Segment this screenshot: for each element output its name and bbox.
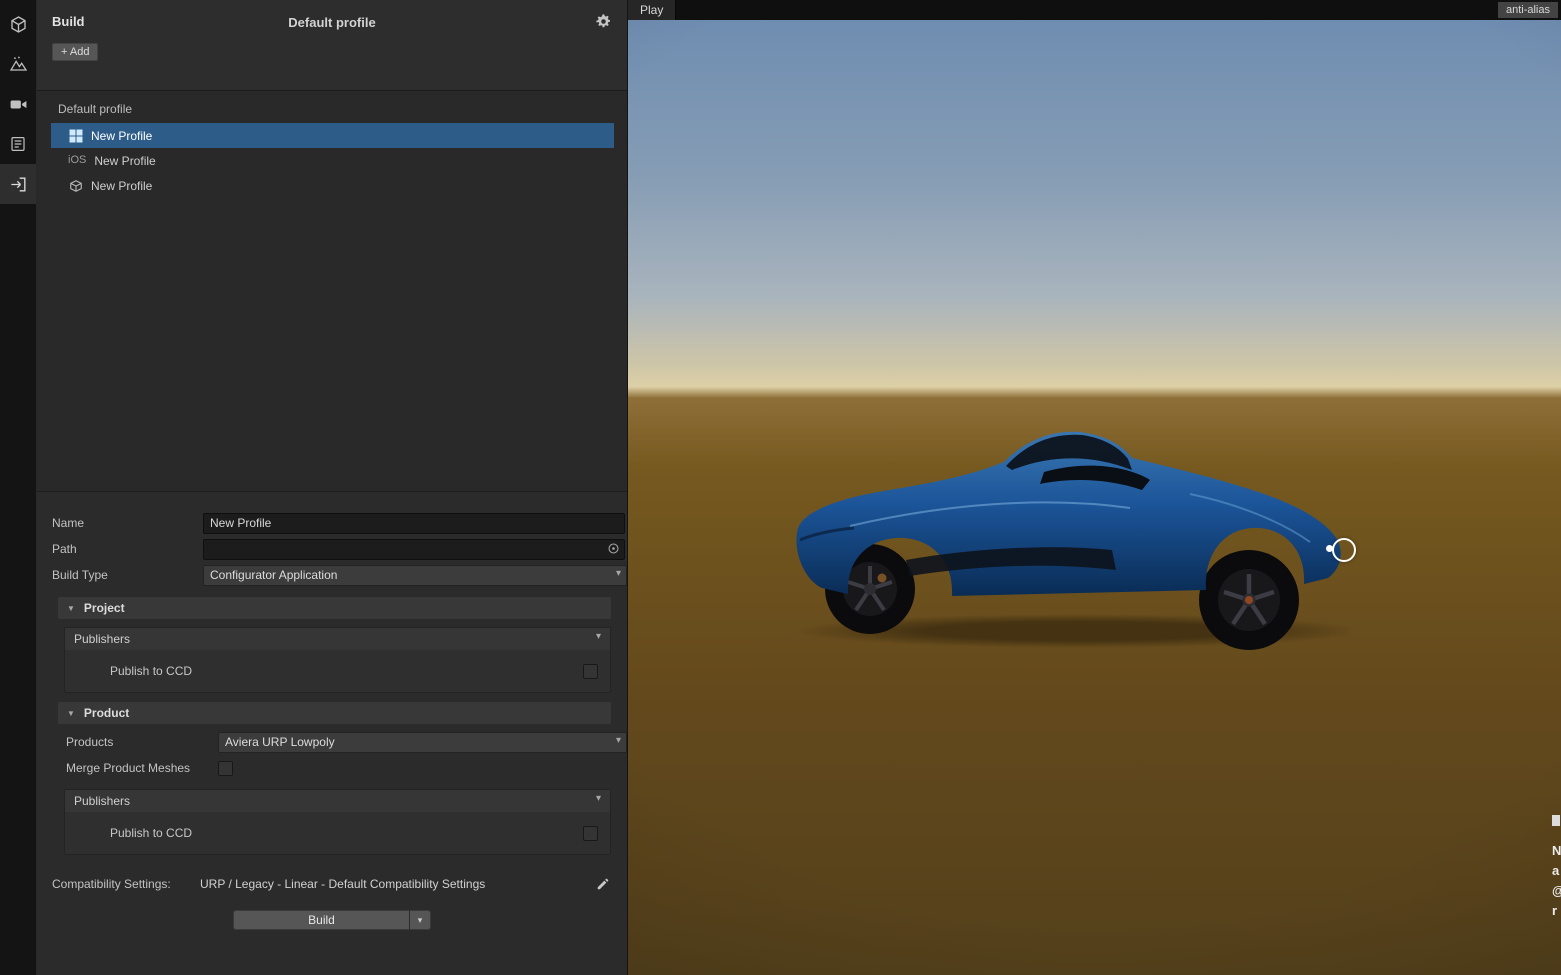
profile-form: Name Path Build Type Configurator Applic… bbox=[37, 491, 627, 975]
product-section-header[interactable]: ▼ Product bbox=[58, 702, 611, 724]
tab-play-label: Play bbox=[640, 3, 663, 17]
merge-product-meshes-label: Merge Product Meshes bbox=[66, 761, 218, 775]
camera-icon[interactable] bbox=[0, 84, 36, 124]
product-section-title: Product bbox=[84, 706, 129, 720]
path-label: Path bbox=[52, 542, 203, 556]
chevron-down-icon: ▾ bbox=[596, 631, 601, 642]
active-profile-title: Default profile bbox=[37, 15, 627, 30]
activity-bar bbox=[0, 0, 36, 975]
profile-group-label: Default profile bbox=[37, 91, 627, 123]
path-input[interactable] bbox=[203, 539, 625, 560]
profile-list: Default profile New Profile iOS New Prof… bbox=[37, 91, 627, 491]
build-panel-header: Build Default profile + Add bbox=[37, 0, 627, 91]
clipped-text-fragment: @ bbox=[1552, 881, 1561, 901]
build-options-dropdown[interactable]: ▾ bbox=[410, 910, 431, 930]
name-label: Name bbox=[52, 516, 203, 530]
project-publishers-box: Publishers ▾ Publish to CCD bbox=[64, 627, 611, 693]
3d-scene[interactable]: N a @ r bbox=[628, 20, 1561, 975]
profile-item-label: New Profile bbox=[91, 129, 152, 143]
rear-wheel bbox=[1199, 550, 1299, 650]
build-button-group: Build ▾ bbox=[233, 910, 627, 930]
publishers-label: Publishers bbox=[74, 632, 130, 646]
foldout-triangle-icon: ▼ bbox=[67, 709, 75, 718]
profile-item-label: New Profile bbox=[91, 179, 152, 193]
path-row: Path bbox=[37, 536, 627, 562]
products-label: Products bbox=[66, 735, 218, 749]
project-section-title: Project bbox=[84, 601, 125, 615]
viewport-panel: Play anti-alias bbox=[628, 0, 1561, 975]
object-picker-icon[interactable] bbox=[607, 542, 620, 555]
chevron-down-icon: ▾ bbox=[596, 793, 601, 804]
project-publishers-header[interactable]: Publishers ▾ bbox=[65, 628, 610, 650]
product-publish-ccd-row: Publish to CCD bbox=[65, 812, 610, 854]
build-export-icon[interactable] bbox=[0, 164, 36, 204]
ios-platform-icon: iOS bbox=[68, 155, 86, 166]
profile-item-windows[interactable]: New Profile bbox=[51, 123, 614, 148]
build-type-dropdown[interactable]: Configurator Application ▾ bbox=[203, 565, 627, 586]
tab-play[interactable]: Play bbox=[628, 0, 676, 20]
add-profile-button[interactable]: + Add bbox=[52, 43, 98, 61]
name-input[interactable] bbox=[203, 513, 625, 534]
product-publishers-header[interactable]: Publishers ▾ bbox=[65, 790, 610, 812]
merge-product-meshes-row: Merge Product Meshes bbox=[37, 755, 627, 781]
product-publishers-box: Publishers ▾ Publish to CCD bbox=[64, 789, 611, 855]
products-value: Aviera URP Lowpoly bbox=[225, 735, 335, 749]
build-panel: Build Default profile + Add Default prof… bbox=[37, 0, 628, 975]
project-section-header[interactable]: ▼ Project bbox=[58, 597, 611, 619]
car-3d-model bbox=[794, 428, 1349, 653]
compatibility-settings-row: Compatibility Settings: URP / Legacy - L… bbox=[37, 871, 627, 897]
product-publish-ccd-checkbox[interactable] bbox=[583, 826, 598, 841]
chevron-down-icon: ▾ bbox=[418, 915, 423, 925]
publishers-label: Publishers bbox=[74, 794, 130, 808]
clipped-right-panel: N a @ r bbox=[1552, 815, 1561, 921]
publish-ccd-label: Publish to CCD bbox=[110, 826, 192, 840]
chevron-down-icon: ▾ bbox=[616, 568, 621, 579]
viewport-tab-bar: Play anti-alias bbox=[628, 0, 1561, 21]
notes-icon[interactable] bbox=[0, 124, 36, 164]
clipped-text-fragment: N bbox=[1552, 841, 1561, 861]
project-publish-ccd-row: Publish to CCD bbox=[65, 650, 610, 692]
compatibility-settings-label: Compatibility Settings: bbox=[52, 877, 200, 891]
profile-item-ios[interactable]: iOS New Profile bbox=[51, 148, 614, 173]
publish-ccd-label: Publish to CCD bbox=[110, 664, 192, 678]
edit-pencil-icon[interactable] bbox=[596, 877, 610, 891]
build-type-value: Configurator Application bbox=[210, 568, 337, 582]
antialias-toggle[interactable]: anti-alias bbox=[1498, 2, 1558, 18]
build-type-row: Build Type Configurator Application ▾ bbox=[37, 562, 627, 588]
compatibility-settings-value: URP / Legacy - Linear - Default Compatib… bbox=[200, 877, 485, 891]
profile-item-package[interactable]: New Profile bbox=[51, 173, 614, 198]
clipped-text-fragment: a bbox=[1552, 861, 1561, 881]
terrain-icon[interactable] bbox=[0, 44, 36, 84]
chevron-down-icon: ▾ bbox=[616, 735, 621, 746]
merge-product-meshes-checkbox[interactable] bbox=[218, 761, 233, 776]
foldout-triangle-icon: ▼ bbox=[67, 604, 75, 613]
windows-platform-icon bbox=[68, 129, 83, 143]
name-row: Name bbox=[37, 510, 627, 536]
hotspot-marker[interactable] bbox=[1332, 538, 1356, 562]
unity-cube-icon[interactable] bbox=[0, 4, 36, 44]
products-row: Products Aviera URP Lowpoly ▾ bbox=[37, 729, 627, 755]
package-platform-icon bbox=[68, 179, 83, 193]
project-publish-ccd-checkbox[interactable] bbox=[583, 664, 598, 679]
products-dropdown[interactable]: Aviera URP Lowpoly ▾ bbox=[218, 732, 627, 753]
build-button[interactable]: Build bbox=[233, 910, 410, 930]
profile-item-label: New Profile bbox=[94, 154, 155, 168]
clipped-text-fragment: r bbox=[1552, 901, 1561, 921]
build-type-label: Build Type bbox=[52, 568, 203, 582]
clipped-image-fragment bbox=[1552, 815, 1560, 826]
gear-icon[interactable] bbox=[595, 13, 612, 30]
